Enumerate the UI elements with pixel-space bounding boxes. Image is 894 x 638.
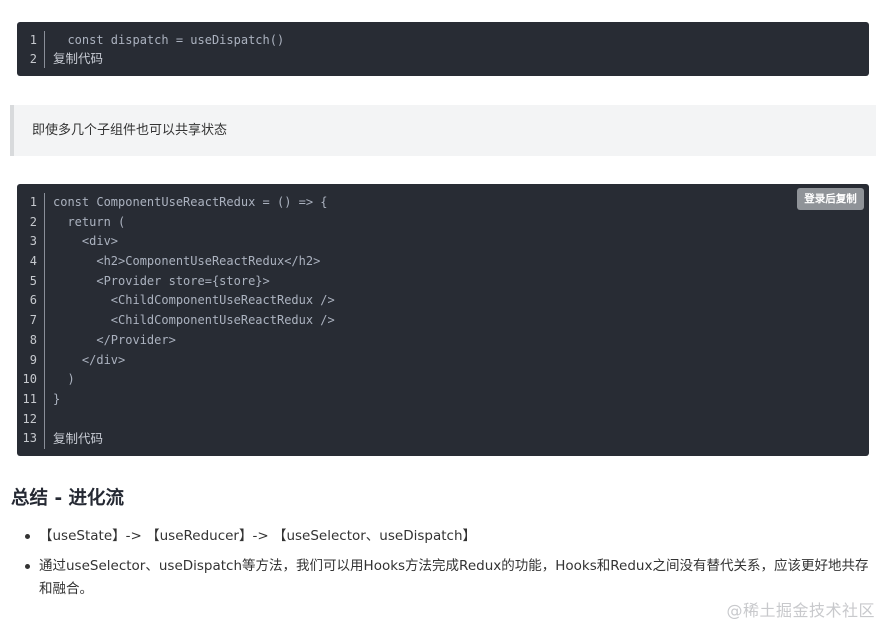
code-line: 13 复制代码 xyxy=(17,429,869,449)
login-to-copy-button[interactable]: 登录后复制 xyxy=(797,188,864,210)
line-number: 6 xyxy=(17,291,45,312)
line-number: 10 xyxy=(17,370,45,390)
article-page: 1 const dispatch = useDispatch() 2 复制代码 … xyxy=(0,0,894,638)
line-number: 5 xyxy=(17,271,45,292)
code-line: 11} xyxy=(17,389,869,410)
code-line: 12 xyxy=(17,409,869,430)
line-number: 4 xyxy=(17,252,45,272)
code-text: <div> xyxy=(53,234,119,249)
code-line: 10 ) xyxy=(17,370,869,390)
line-number: 1 xyxy=(17,193,45,213)
list-item: 通过useSelector、useDispatch等方法，我们可以用Hooks方… xyxy=(22,555,872,601)
quote-text: 即使多几个子组件也可以共享状态 xyxy=(32,123,228,138)
copy-code-link[interactable]: 复制代码 xyxy=(53,429,103,449)
code-text: } xyxy=(53,391,61,406)
line-number: 1 xyxy=(17,31,45,50)
code-text: <h2>ComponentUseReactRedux</h2> xyxy=(53,254,321,269)
site-watermark: @稀土掘金技术社区 xyxy=(726,601,875,620)
code-line: 9 </div> xyxy=(17,350,869,371)
line-number: 3 xyxy=(17,232,45,253)
copy-code-link[interactable]: 复制代码 xyxy=(53,50,103,69)
code-line: 4 <h2>ComponentUseReactRedux</h2> xyxy=(17,252,869,272)
code-line: 7 <ChildComponentUseReactRedux /> xyxy=(17,311,869,331)
line-number: 9 xyxy=(17,350,45,371)
line-number: 13 xyxy=(17,429,45,449)
code-line: 2 return ( xyxy=(17,212,869,233)
code-text: <ChildComponentUseReactRedux /> xyxy=(53,293,335,308)
code-text: <ChildComponentUseReactRedux /> xyxy=(53,313,335,328)
line-number: 7 xyxy=(17,311,45,331)
code-text: <Provider store={store}> xyxy=(53,273,270,288)
code-block-component: 1 const ComponentUseReactRedux = () => { … xyxy=(17,184,869,456)
code-line: 6 <ChildComponentUseReactRedux /> xyxy=(17,291,869,312)
code-line: 5 <Provider store={store}> xyxy=(17,271,869,292)
code-text: ) xyxy=(53,372,75,387)
code-line: 3 <div> xyxy=(17,232,869,253)
code-text: </div> xyxy=(53,352,126,367)
code-text: </Provider> xyxy=(53,332,176,347)
line-number: 12 xyxy=(17,409,45,430)
code-text: const dispatch = useDispatch() xyxy=(53,33,285,47)
blockquote: 即使多几个子组件也可以共享状态 xyxy=(10,105,876,156)
summary-list: 【useState】-> 【useReducer】-> 【useSelector… xyxy=(22,525,872,601)
code-line: 1 const dispatch = useDispatch() xyxy=(17,31,869,50)
code-line: 8 </Provider> xyxy=(17,330,869,351)
line-number: 11 xyxy=(17,389,45,410)
line-number: 8 xyxy=(17,330,45,351)
code-line: 2 复制代码 xyxy=(17,49,869,69)
line-number: 2 xyxy=(17,49,45,68)
line-number: 2 xyxy=(17,212,45,233)
code-block-dispatch: 1 const dispatch = useDispatch() 2 复制代码 xyxy=(17,22,869,76)
code-text: return ( xyxy=(53,214,126,229)
section-heading: 总结 - 进化流 xyxy=(11,488,125,509)
code-line: 1 const ComponentUseReactRedux = () => { xyxy=(17,193,869,213)
list-item: 【useState】-> 【useReducer】-> 【useSelector… xyxy=(22,525,872,548)
code-text: const ComponentUseReactRedux = () => { xyxy=(53,195,328,209)
